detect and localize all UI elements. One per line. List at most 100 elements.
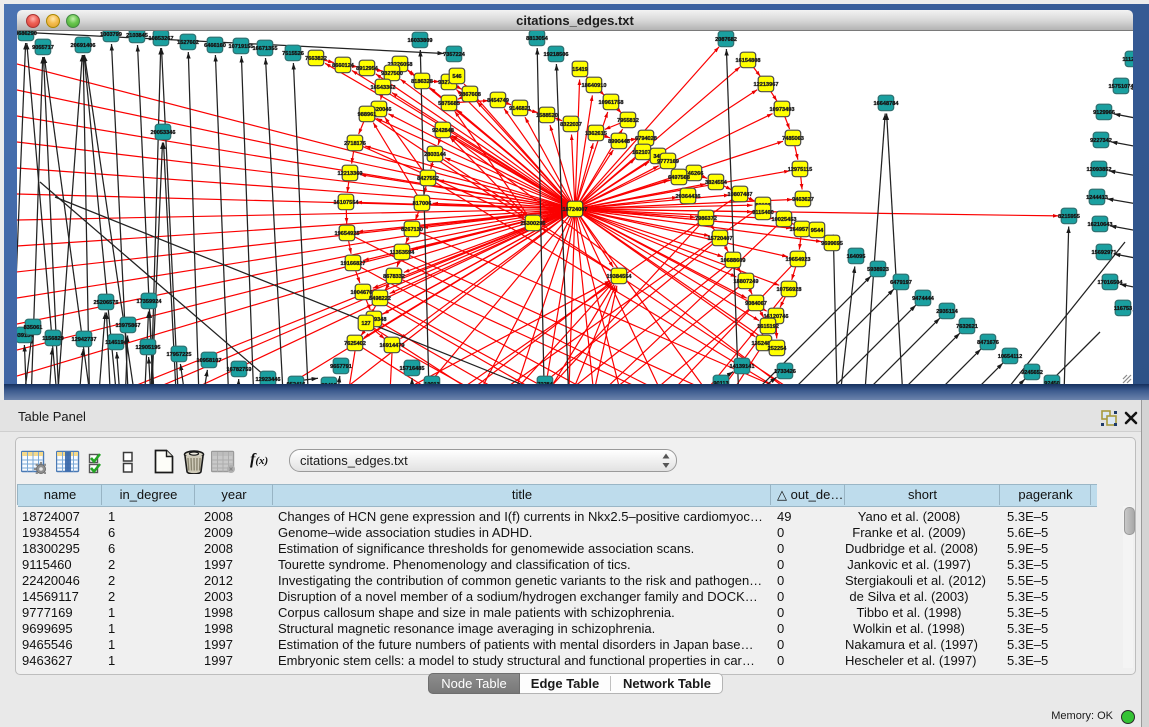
svg-text:20053346: 20053346 [151,130,176,136]
svg-text:1145194: 1145194 [105,340,127,346]
svg-text:10688609: 10688609 [721,258,746,264]
svg-text:8186328: 8186328 [411,79,433,85]
svg-text:10853267: 10853267 [149,36,174,42]
svg-text:1003799: 1003799 [100,32,122,38]
svg-text:1527602: 1527602 [177,40,199,46]
svg-text:8912954: 8912954 [356,66,379,72]
svg-text:10719155: 10719155 [229,44,254,50]
svg-text:5938923: 5938923 [867,267,889,273]
svg-text:8678332: 8678332 [383,274,405,280]
svg-text:1615192: 1615192 [757,324,779,330]
svg-text:6466160: 6466160 [204,43,226,49]
svg-text:9245652: 9245652 [1021,370,1043,376]
svg-text:835061: 835061 [24,325,43,331]
svg-text:17016504: 17016504 [1098,280,1124,286]
svg-text:5498222: 5498222 [369,296,391,302]
svg-text:10973493: 10973493 [770,107,795,113]
svg-text:2803144: 2803144 [424,152,447,158]
svg-text:8267130: 8267130 [401,227,423,233]
svg-text:116753: 116753 [1114,306,1132,312]
svg-text:12213967: 12213967 [754,82,779,88]
svg-text:9146821: 9146821 [509,106,531,112]
svg-text:817006: 817006 [413,201,432,207]
svg-text:12093852: 12093852 [1087,167,1112,173]
svg-text:1588520: 1588520 [536,113,558,119]
svg-text:6497568: 6497568 [668,175,690,181]
svg-text:9544: 9544 [811,228,824,234]
svg-text:252254: 252254 [768,346,788,352]
svg-text:16107554: 16107554 [334,200,360,206]
svg-text:8990448: 8990448 [608,139,630,145]
svg-text:10654112: 10654112 [998,354,1023,360]
svg-text:14139141: 14139141 [730,364,755,370]
svg-text:2087682: 2087682 [715,37,737,43]
svg-text:18807249: 18807249 [734,279,759,285]
svg-text:13975867: 13975867 [116,323,141,329]
svg-text:16033809: 16033809 [408,38,433,44]
svg-text:127: 127 [361,321,370,327]
svg-text:5875685: 5875685 [438,101,460,107]
svg-text:546: 546 [452,74,461,80]
svg-text:20364436: 20364436 [676,194,701,200]
svg-text:8322037: 8322037 [560,122,582,128]
svg-text:8427552: 8427552 [417,176,439,182]
svg-text:16154808: 16154808 [736,58,761,64]
svg-text:8215955: 8215955 [1058,214,1080,220]
svg-text:16914479: 16914479 [380,343,405,349]
svg-text:9699695: 9699695 [821,241,843,247]
svg-text:25206576: 25206576 [94,300,119,306]
svg-text:20691406: 20691406 [71,43,96,49]
svg-text:25300295: 25300295 [521,221,546,227]
svg-text:17957225: 17957225 [167,352,192,358]
svg-text:10807487: 10807487 [728,192,753,198]
svg-text:18640910: 18640910 [582,83,607,89]
svg-text:8660124: 8660124 [332,63,355,69]
svg-text:7515526: 7515526 [282,51,304,57]
svg-text:164095: 164095 [847,254,866,260]
svg-text:15751074: 15751074 [1109,84,1133,90]
svg-text:18724007: 18724007 [563,207,588,213]
svg-text:10025453: 10025453 [772,217,797,223]
svg-text:8471676: 8471676 [977,340,999,346]
svg-text:16782759: 16782759 [227,367,252,373]
svg-text:19384554: 19384554 [607,274,633,280]
svg-text:19218506: 19218506 [544,52,569,58]
svg-text:7955812: 7955812 [617,118,639,124]
svg-text:9327500: 9327500 [381,71,403,77]
svg-text:1733426: 1733426 [774,369,796,375]
svg-text:12213369: 12213369 [338,171,363,177]
svg-text:1112491: 1112491 [1122,57,1133,63]
svg-text:6479197: 6479197 [890,280,912,286]
svg-text:2867608: 2867608 [459,92,481,98]
svg-text:7986372: 7986372 [695,216,717,222]
svg-text:2718176: 2718176 [344,141,366,147]
svg-text:9055717: 9055717 [32,45,54,51]
svg-text:9227342: 9227342 [1090,138,1112,144]
svg-text:11353594: 11353594 [390,250,415,256]
svg-text:10756928: 10756928 [777,287,802,293]
svg-text:2103845: 2103845 [126,33,148,39]
svg-text:1244413: 1244413 [1086,195,1108,201]
svg-text:19166827: 19166827 [341,261,366,267]
svg-text:9686290: 9686290 [17,31,37,37]
svg-text:9657791: 9657791 [330,364,352,370]
svg-text:7357224: 7357224 [443,52,466,58]
svg-text:1362615: 1362615 [585,131,607,137]
svg-text:16543362: 16543362 [371,85,396,91]
svg-text:17359924: 17359924 [137,299,163,305]
svg-text:9474444: 9474444 [912,296,935,302]
svg-text:19654925: 19654925 [335,231,360,237]
svg-text:2935114: 2935114 [936,309,958,315]
svg-text:19654923: 19654923 [786,257,811,263]
svg-text:15720407: 15720407 [708,236,733,242]
svg-text:16671355: 16671355 [253,46,278,52]
svg-text:12975115: 12975115 [788,167,813,173]
svg-text:9777169: 9777169 [657,159,679,165]
svg-text:12905195: 12905195 [136,345,161,351]
svg-text:15419: 15419 [572,67,588,73]
svg-text:9129966: 9129966 [1093,110,1115,116]
svg-text:9463627: 9463627 [792,197,814,203]
svg-text:7663822: 7663822 [305,56,327,62]
svg-text:10958107: 10958107 [197,358,222,364]
svg-text:1156829: 1156829 [42,336,63,342]
